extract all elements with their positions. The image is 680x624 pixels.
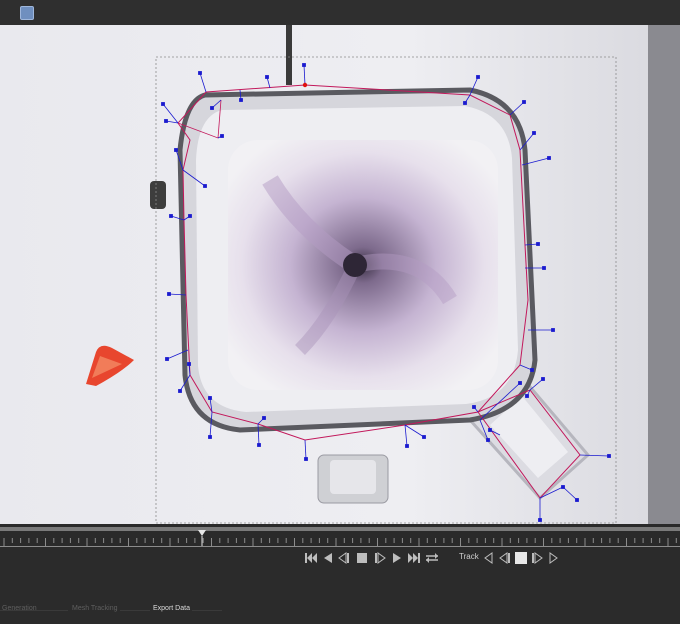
mesh-handle-point [203, 184, 207, 188]
track-stop-icon[interactable] [514, 551, 528, 565]
mesh-handle-point [304, 457, 308, 461]
tab-mesh-tracking[interactable]: Mesh Tracking [72, 605, 118, 612]
mesh-handle-point [541, 377, 545, 381]
mesh-handle-point [239, 98, 243, 102]
tab-divider [192, 610, 222, 611]
blender-base-shine [330, 460, 376, 494]
mesh-handle-point [210, 106, 214, 110]
play-backward-icon[interactable] [337, 551, 351, 565]
cable [286, 25, 292, 85]
mesh-handle-point [262, 416, 266, 420]
transport-controls: Track [0, 548, 680, 570]
mesh-handle-point [422, 435, 426, 439]
mesh-handle-point [178, 389, 182, 393]
mesh-handle-point [525, 394, 529, 398]
mesh-handle-point [530, 368, 534, 372]
mesh-handle-point [472, 405, 476, 409]
mesh-handle-point [187, 362, 191, 366]
stop-icon[interactable] [355, 551, 369, 565]
mesh-handle-point [551, 328, 555, 332]
mesh-handle-point [257, 443, 261, 447]
mesh-handle-point [547, 156, 551, 160]
go-start-icon[interactable] [304, 551, 318, 565]
step-forward-icon[interactable] [390, 551, 404, 565]
canvas-viewport[interactable] [0, 25, 680, 524]
mesh-handle-point [174, 148, 178, 152]
timeline-ticks [0, 530, 680, 547]
tab-divider [40, 610, 68, 611]
mesh-handle-point [476, 75, 480, 79]
selected-point [302, 82, 308, 88]
track-forward-icon[interactable] [546, 551, 560, 565]
toggle-loop-icon[interactable] [425, 551, 439, 565]
step-back-icon[interactable] [321, 551, 335, 565]
track-backward-icon[interactable] [482, 551, 496, 565]
mesh-handle-point [518, 381, 522, 385]
tab-divider [120, 610, 150, 611]
mesh-handle-point [165, 357, 169, 361]
mesh-handle-point [607, 454, 611, 458]
frame-icon[interactable] [20, 6, 34, 20]
timeline[interactable] [0, 524, 680, 548]
play-forward-icon[interactable] [373, 551, 387, 565]
mesh-handle-point [208, 435, 212, 439]
mesh-handle-point [542, 266, 546, 270]
bottom-panel: Generation Mesh Tracking Export Data [0, 570, 680, 624]
mesh-handle-point [538, 518, 542, 522]
track-label: Track [459, 552, 479, 561]
track-step-forward-icon[interactable] [530, 551, 544, 565]
mesh-handle-point [265, 75, 269, 79]
mesh-handle-point [532, 131, 536, 135]
tab-generation[interactable]: Generation [2, 605, 37, 612]
mesh-handle-point [486, 438, 490, 442]
mesh-handle-point [488, 428, 492, 432]
mesh-handle-point [220, 134, 224, 138]
mesh-handle-point [167, 292, 171, 296]
viewport-svg [0, 25, 680, 524]
mesh-handle-point [169, 214, 173, 218]
mesh-handle-point [536, 242, 540, 246]
side-knob [150, 181, 166, 209]
mesh-handle-point [164, 119, 168, 123]
mesh-handle-point [522, 100, 526, 104]
mesh-handle-point [575, 498, 579, 502]
background-dark-edge [648, 25, 680, 524]
mesh-handle-point [208, 396, 212, 400]
tab-export-data[interactable]: Export Data [153, 605, 190, 612]
top-toolbar [0, 0, 680, 26]
mesh-handle-point [198, 71, 202, 75]
playhead-marker [198, 530, 206, 536]
vortex-center [343, 253, 367, 277]
mesh-handle-point [161, 102, 165, 106]
track-step-backward-icon[interactable] [498, 551, 512, 565]
mesh-handle-point [188, 214, 192, 218]
mesh-handle-point [302, 63, 306, 67]
go-end-icon[interactable] [407, 551, 421, 565]
mesh-handle-point [463, 101, 467, 105]
mesh-handle-point [405, 444, 409, 448]
